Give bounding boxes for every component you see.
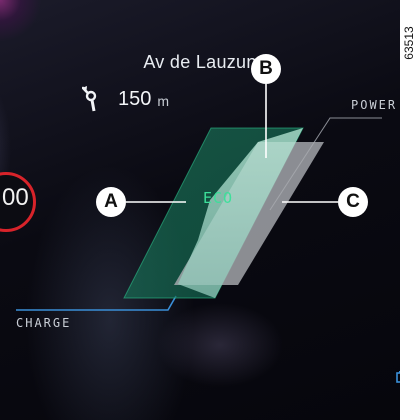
battery-icon <box>396 370 400 389</box>
power-mode-label: POWER <box>351 98 398 112</box>
eco-mode-label: ECO <box>203 189 234 207</box>
figure-number: 63513 <box>400 14 418 70</box>
instrument-cluster-display: Av de Lauzun 150 m 00 POWER CHARGE ECO A… <box>0 0 400 420</box>
charge-mode-label: CHARGE <box>16 316 72 330</box>
callout-c: C <box>338 187 368 217</box>
callout-a: A <box>96 187 126 217</box>
figure-number-text: 63513 <box>402 26 416 60</box>
callout-b: B <box>251 54 281 84</box>
